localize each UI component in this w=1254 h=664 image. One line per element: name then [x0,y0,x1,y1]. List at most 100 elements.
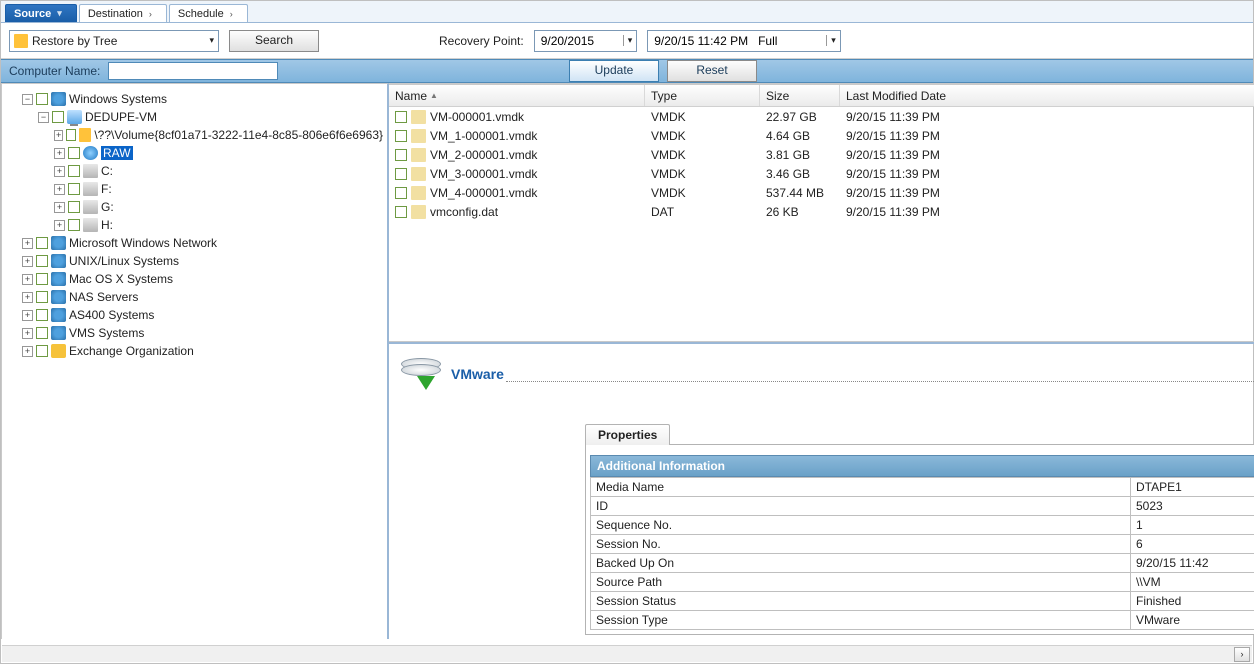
tree-label: Exchange Organization [69,344,194,358]
prop-value: 1 [1131,516,1254,535]
folder-icon [14,34,28,48]
tab-destination[interactable]: Destination › [79,4,167,22]
update-button-label: Update [595,63,634,77]
tree-node-macosx[interactable]: + Mac OS X Systems [22,270,383,288]
checkbox[interactable] [68,147,80,159]
tree-node-unix-linux[interactable]: + UNIX/Linux Systems [22,252,383,270]
restore-mode-select[interactable]: Restore by Tree ▾ [9,30,219,52]
checkbox[interactable] [68,183,80,195]
checkbox[interactable] [36,309,48,321]
computer-name-input[interactable] [108,62,278,80]
table-row[interactable]: VM_1-000001.vmdkVMDK4.64 GB9/20/15 11:39… [389,126,1254,145]
checkbox[interactable] [395,187,407,199]
column-name[interactable]: Name ▲ [389,85,645,106]
expand-icon[interactable]: + [22,256,33,267]
checkbox[interactable] [395,149,407,161]
tree-node-volume[interactable]: + \??\Volume{8cf01a71-3222-11e4-8c85-806… [54,126,383,144]
recovery-point-from-input[interactable] [539,33,619,49]
checkbox[interactable] [395,111,407,123]
table-row[interactable]: VM_3-000001.vmdkVMDK3.46 GB9/20/15 11:39… [389,164,1254,183]
file-size: 3.81 GB [760,148,840,162]
table-row[interactable]: VM_4-000001.vmdkVMDK537.44 MB9/20/15 11:… [389,183,1254,202]
tree-node-as400[interactable]: + AS400 Systems [22,306,383,324]
checkbox[interactable] [36,273,48,285]
checkbox[interactable] [68,201,80,213]
table-row[interactable]: VM-000001.vmdkVMDK22.97 GB9/20/15 11:39 … [389,107,1254,126]
checkbox[interactable] [36,255,48,267]
tree-node-nas[interactable]: + NAS Servers [22,288,383,306]
tab-schedule[interactable]: Schedule › [169,4,248,22]
file-date: 9/20/15 11:39 PM [840,167,1000,181]
drive-icon [83,164,98,178]
expand-icon[interactable]: + [54,220,65,231]
collapse-icon[interactable]: − [38,112,49,123]
table-row[interactable]: vmconfig.datDAT26 KB9/20/15 11:39 PM [389,202,1254,221]
properties-tab[interactable]: Properties [585,424,670,445]
expand-icon[interactable]: + [54,202,65,213]
recovery-point-to-input[interactable] [652,33,822,49]
file-size: 537.44 MB [760,186,840,200]
search-button[interactable]: Search [229,30,319,52]
tree-node-raw[interactable]: + RAW [54,144,383,162]
file-icon [411,205,426,219]
checkbox[interactable] [36,327,48,339]
file-size: 4.64 GB [760,129,840,143]
checkbox[interactable] [395,168,407,180]
file-icon [411,129,426,143]
tree-node-drive-f[interactable]: + F: [54,180,383,198]
prop-key: Sequence No. [591,516,1131,535]
collapse-icon[interactable]: − [22,94,33,105]
tree-node-exchange[interactable]: + Exchange Organization [22,342,383,360]
expand-icon[interactable]: + [22,292,33,303]
recovery-point-from[interactable]: ▾ [534,30,638,52]
column-date[interactable]: Last Modified Date [840,85,1254,106]
expand-icon[interactable]: + [22,328,33,339]
network-icon [51,254,66,268]
chevron-down-icon: ▾ [57,8,62,19]
drive-icon [83,182,98,196]
expand-icon[interactable]: + [22,310,33,321]
checkbox[interactable] [395,130,407,142]
file-icon [411,110,426,124]
scroll-right-icon[interactable]: › [1234,647,1250,662]
tree-node-windows-systems[interactable]: − Windows Systems [22,90,383,108]
table-row[interactable]: VM_2-000001.vmdkVMDK3.81 GB9/20/15 11:39… [389,145,1254,164]
tree-node-drive-g[interactable]: + G: [54,198,383,216]
checkbox[interactable] [68,165,80,177]
expand-icon[interactable]: + [54,148,65,159]
expand-icon[interactable]: + [22,238,33,249]
update-button[interactable]: Update [569,60,659,82]
expand-icon[interactable]: + [22,274,33,285]
expand-icon[interactable]: + [54,166,65,177]
checkbox[interactable] [36,345,48,357]
column-size[interactable]: Size [760,85,840,106]
tree-node-dedupe-vm[interactable]: − DEDUPE-VM [38,108,383,126]
checkbox[interactable] [36,93,48,105]
column-type[interactable]: Type [645,85,760,106]
checkbox[interactable] [395,206,407,218]
tree-label: C: [101,164,113,178]
table-row: ID5023 [591,497,1254,516]
reset-button[interactable]: Reset [667,60,757,82]
checkbox[interactable] [36,237,48,249]
tree-node-drive-c[interactable]: + C: [54,162,383,180]
expand-icon[interactable]: + [22,346,33,357]
chevron-down-icon: ▾ [623,35,633,46]
checkbox[interactable] [66,129,76,141]
prop-value: 9/20/15 11:42 [1131,554,1254,573]
tab-source[interactable]: Source ▾ [5,4,77,22]
tree-node-vms[interactable]: + VMS Systems [22,324,383,342]
file-list-header: Name ▲ Type Size Last Modified Date [389,85,1254,107]
horizontal-scrollbar[interactable]: › [2,645,1252,662]
expand-icon[interactable]: + [54,130,63,141]
recovery-point-to[interactable]: ▾ [647,30,841,52]
checkbox[interactable] [52,111,64,123]
checkbox[interactable] [68,219,80,231]
tree-node-drive-h[interactable]: + H: [54,216,383,234]
tree-pane[interactable]: − Windows Systems − DEDUPE-VM [1,83,389,639]
file-size: 26 KB [760,205,840,219]
prop-key: ID [591,497,1131,516]
tree-node-ms-windows-network[interactable]: + Microsoft Windows Network [22,234,383,252]
checkbox[interactable] [36,291,48,303]
expand-icon[interactable]: + [54,184,65,195]
